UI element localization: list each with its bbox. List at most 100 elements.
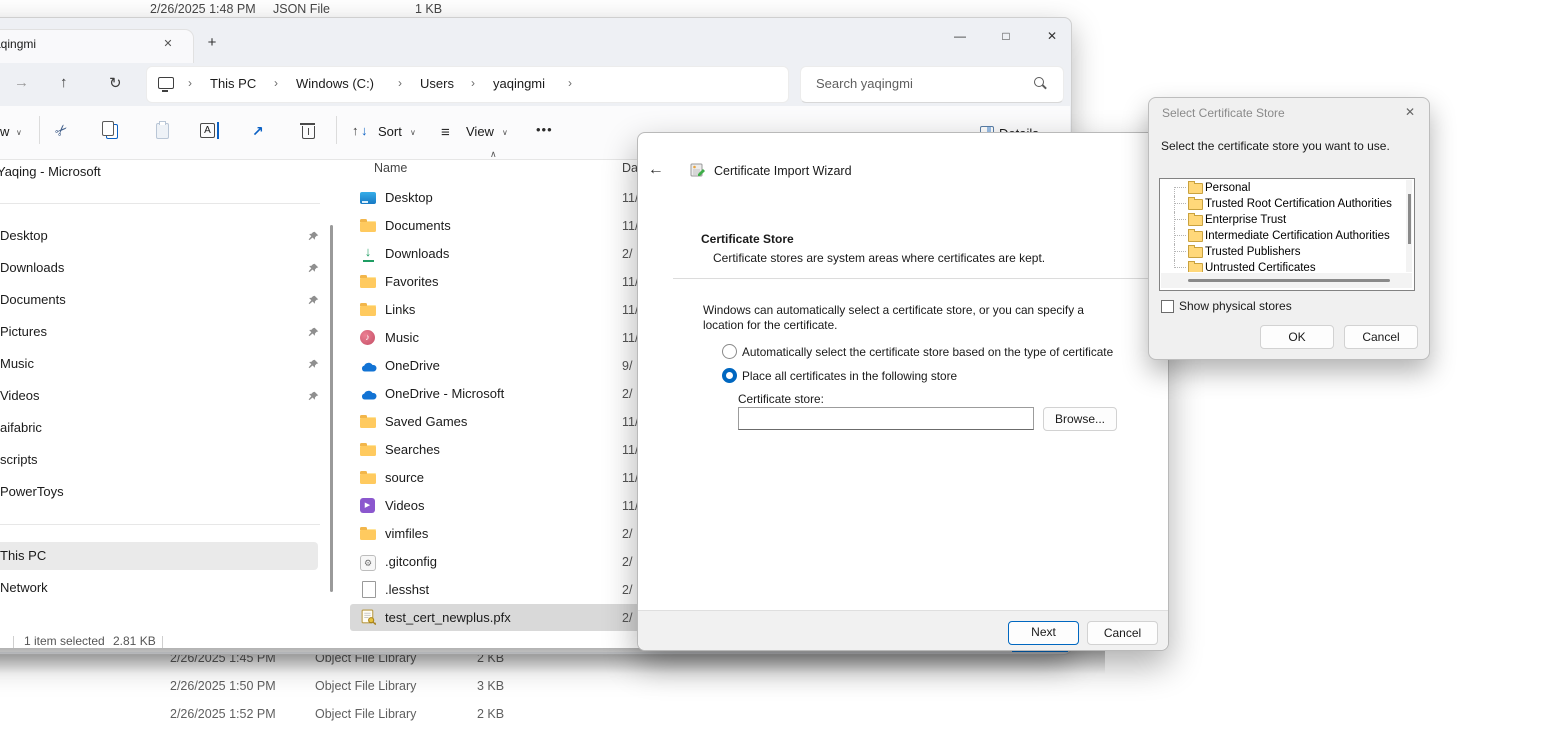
tree-item-enterprise-trust[interactable]: Enterprise Trust	[1161, 212, 1403, 228]
view-button[interactable]: View	[466, 124, 494, 139]
sidebar-scrollbar[interactable]	[330, 225, 333, 592]
up-button[interactable]: ↑	[60, 74, 68, 91]
chevron-down-icon: ∨	[16, 128, 22, 137]
scrollbar-thumb[interactable]	[1408, 194, 1411, 244]
sidebar-profile-label: Yaqing - Microsoft	[0, 164, 101, 179]
pin-icon	[308, 231, 319, 242]
column-header-name[interactable]: Name	[374, 161, 407, 175]
sidebar-item-powertoys[interactable]: PowerToys	[0, 478, 322, 506]
radio-place-in-store[interactable]	[722, 368, 737, 383]
tree-item-trusted-root[interactable]: Trusted Root Certification Authorities	[1161, 196, 1403, 212]
show-physical-stores-label[interactable]: Show physical stores	[1179, 299, 1292, 313]
file-icon	[362, 581, 376, 598]
sidebar-item-this-pc[interactable]: This PC	[0, 542, 322, 570]
sidebar-item-videos[interactable]: Videos	[0, 382, 322, 410]
close-icon[interactable]: ✕	[1405, 105, 1415, 119]
videos-icon: ▶	[360, 498, 375, 513]
this-pc-icon	[158, 77, 174, 89]
ok-button[interactable]: OK	[1260, 325, 1334, 349]
tree-item-trusted-publishers[interactable]: Trusted Publishers	[1161, 244, 1403, 260]
next-button[interactable]: Next	[1008, 621, 1079, 645]
file-name: .gitconfig	[385, 554, 437, 569]
file-date: 2/	[622, 555, 632, 569]
certificate-store-tree[interactable]: Personal Trusted Root Certification Auth…	[1159, 178, 1415, 291]
sidebar-item-desktop[interactable]: Desktop	[0, 222, 322, 250]
chevron-right-icon: ›	[398, 76, 402, 90]
certificate-store-input[interactable]	[738, 407, 1034, 430]
certificate-import-wizard-dialog: → Certificate Import Wizard Certificate …	[637, 132, 1169, 651]
delete-button[interactable]	[302, 126, 315, 139]
share-button[interactable]: ↗	[252, 122, 264, 140]
file-date: 11/	[622, 499, 638, 513]
sidebar-item-profile[interactable]: Yaqing - Microsoft	[0, 158, 322, 186]
tree-item-intermediate[interactable]: Intermediate Certification Authorities	[1161, 228, 1403, 244]
status-divider	[162, 636, 163, 648]
scrollbar-thumb[interactable]	[1188, 279, 1390, 282]
back-arrow-button[interactable]: →	[648, 161, 664, 179]
certificate-store-label: Certificate store:	[738, 392, 824, 406]
cancel-button[interactable]: Cancel	[1344, 325, 1418, 349]
pin-icon	[308, 391, 319, 402]
file-name: Downloads	[385, 246, 449, 261]
browse-button[interactable]: Browse...	[1043, 407, 1117, 431]
sidebar-item-network[interactable]: Network	[0, 574, 322, 602]
radio-place-in-store-label[interactable]: Place all certificates in the following …	[742, 369, 957, 383]
more-options-button[interactable]: •••	[536, 122, 553, 137]
search-placeholder: Search yaqingmi	[816, 76, 913, 91]
search-icon	[1034, 77, 1044, 87]
sidebar-item-label: Desktop	[0, 228, 48, 243]
minimize-button[interactable]: —	[951, 27, 969, 45]
download-icon: ↓	[360, 245, 376, 263]
wizard-heading: Certificate Store	[701, 232, 794, 246]
sidebar-item-label: Videos	[0, 388, 40, 403]
rename-button[interactable]: A	[200, 123, 215, 138]
file-date: 11/	[622, 219, 638, 233]
refresh-button[interactable]: ↻	[109, 74, 122, 92]
sidebar-item-downloads[interactable]: Downloads	[0, 254, 322, 282]
forward-button[interactable]: →	[14, 74, 29, 91]
file-name: vimfiles	[385, 526, 428, 541]
radio-auto-select-label[interactable]: Automatically select the certificate sto…	[742, 345, 1113, 359]
sort-button[interactable]: Sort	[378, 124, 402, 139]
sidebar-item-documents[interactable]: Documents	[0, 286, 322, 314]
new-tab-button[interactable]: +	[203, 34, 221, 52]
sort-ascending-icon: ∧	[490, 149, 497, 160]
copy-button[interactable]	[106, 124, 118, 139]
tab-title: yaqingmi	[0, 37, 36, 51]
tree-horizontal-scrollbar[interactable]	[1161, 273, 1412, 288]
tree-item-personal[interactable]: Personal	[1161, 180, 1403, 196]
wizard-subheading: Certificate stores are system areas wher…	[713, 251, 1045, 265]
breadcrumb-this-pc[interactable]: This PC	[210, 76, 256, 91]
sidebar-item-scripts[interactable]: scripts	[0, 446, 322, 474]
sidebar-item-pictures[interactable]: Pictures	[0, 318, 322, 346]
tree-item-untrusted[interactable]: Untrusted Certificates	[1161, 260, 1403, 272]
file-date: 11/	[622, 443, 638, 457]
file-date: 11/	[622, 275, 638, 289]
desktop-icon	[360, 192, 376, 204]
file-name: OneDrive	[385, 358, 440, 373]
folder-icon	[1188, 183, 1203, 194]
paste-button[interactable]	[156, 123, 169, 139]
new-button-partial[interactable]: w	[0, 124, 9, 139]
sidebar-item-label: Downloads	[0, 260, 64, 275]
sidebar-item-aifabric[interactable]: aifabric	[0, 414, 322, 442]
folder-icon	[360, 305, 376, 316]
dialog-title: Select Certificate Store	[1162, 106, 1285, 120]
sidebar-item-music[interactable]: Music	[0, 350, 322, 378]
maximize-button[interactable]: □	[997, 27, 1015, 45]
music-icon: ♪	[360, 330, 375, 345]
breadcrumb-windows-c[interactable]: Windows (C:)	[296, 76, 374, 91]
cancel-button[interactable]: Cancel	[1087, 621, 1158, 645]
status-divider	[13, 636, 14, 648]
breadcrumb-yaqingmi[interactable]: yaqingmi	[493, 76, 545, 91]
folder-icon	[1188, 231, 1203, 242]
breadcrumb-users[interactable]: Users	[420, 76, 454, 91]
sidebar-divider	[0, 203, 320, 204]
folder-icon	[360, 277, 376, 288]
show-physical-stores-checkbox[interactable]	[1161, 300, 1174, 313]
tree-vertical-scrollbar[interactable]	[1406, 180, 1412, 272]
radio-auto-select[interactable]	[722, 344, 737, 359]
close-button[interactable]: ✕	[1043, 27, 1061, 45]
chevron-right-icon: ›	[471, 76, 475, 90]
tab-close-icon[interactable]: ✕	[160, 36, 176, 52]
